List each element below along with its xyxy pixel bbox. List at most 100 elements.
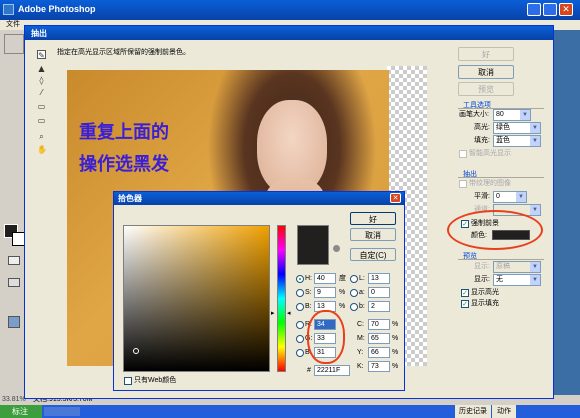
edge-highlighter-icon[interactable]: ✎ [37,50,46,60]
start-button[interactable]: 标注 [0,405,42,418]
hex-input[interactable]: 22211F [314,365,350,376]
s-label: S: [305,289,312,296]
y-input[interactable]: 66 [368,347,390,358]
red-radio[interactable] [296,321,304,329]
hex-label: # [307,367,311,374]
k-label: K: [357,363,364,370]
show-select[interactable]: 原稿 ▼ [493,261,541,273]
s-input[interactable]: 9 [314,287,336,298]
taskbar: 标注 历史记录 动作 [0,405,580,418]
extract-tools: ✎ ▲ ◊ ⁄ ▭ ▭ ⌕ ✋ [35,46,49,166]
preview-section-divider [458,259,544,260]
saturation-radio[interactable] [296,289,304,297]
show-fill-checkbox[interactable]: ✓ [461,300,469,308]
s-unit: % [339,289,346,296]
blue-radio[interactable] [296,349,304,357]
screen-mode-icon[interactable] [8,278,20,287]
l-radio[interactable] [350,275,358,283]
palette-tab-history[interactable]: 历史记录 [455,405,491,418]
show-highlight-checkbox[interactable]: ✓ [461,289,469,297]
photoshop-icon [3,4,14,15]
brush-size-label: 画笔大小: [459,111,489,118]
smooth-label: 平滑: [474,193,490,200]
fill-icon[interactable]: ▲ [37,64,46,73]
eyedropper-icon[interactable]: ⁄ [37,88,46,97]
lab-b-label: b: [359,303,365,310]
hue-slider-left-arrow[interactable]: ▸ [271,309,275,317]
canvas-annotation-line2: 操作选黑发 [79,154,169,175]
color-picker-title: 拾色器 [118,194,142,203]
smart-highlight-checkbox[interactable] [459,150,467,158]
c-unit: % [392,321,399,328]
a-radio[interactable] [350,289,358,297]
color-picker-dialog: 拾色器 ✕ ▸ ◂ 好 取消 自定(C) H: 40 度 S: 9 % B: 1… [113,191,405,391]
new-color-swatch [297,225,329,265]
ok-button[interactable]: 好 [458,47,514,61]
zoom-level[interactable]: 33.81% [2,395,26,405]
a-label: a: [359,289,365,296]
edge-touchup-icon[interactable]: ▭ [37,116,46,125]
warning-cube-icon[interactable] [333,245,340,252]
k-unit: % [392,363,399,370]
saturation-brightness-field[interactable] [123,225,270,372]
display-select[interactable]: 无 ▼ [493,274,541,286]
extract-title: 抽出 [31,29,47,38]
brightness-radio[interactable] [296,303,304,311]
zoom-icon[interactable]: ⌕ [37,132,46,141]
hand-icon[interactable]: ✋ [37,145,47,154]
h-label: H: [305,275,312,282]
tool-grip [4,34,24,54]
close-button[interactable]: ✕ [559,3,573,16]
web-colors-label: 只有Web颜色 [134,377,177,384]
textured-image-label: 带纹理的图像 [469,180,511,187]
palette-tab-actions[interactable]: 动作 [492,405,516,418]
extraction-divider [458,177,544,178]
taskbar-tool-icons[interactable] [44,407,80,416]
highlight-select[interactable]: 绿色 ▼ [493,122,541,134]
extract-titlebar: 抽出 [25,26,553,40]
jump-to-imageready-icon[interactable] [8,316,20,328]
smooth-input[interactable]: 0 ▼ [493,191,527,203]
a-input[interactable]: 0 [368,287,390,298]
hue-radio[interactable] [296,275,304,283]
picker-ok-button[interactable]: 好 [350,212,396,225]
canvas-annotation-line1: 重复上面的 [79,122,169,143]
fill-label: 填充: [474,137,490,144]
l-label: L: [359,275,365,282]
web-colors-checkbox[interactable] [124,377,132,385]
y-label: Y: [357,349,364,356]
lab-b-radio[interactable] [350,303,358,311]
hue-slider[interactable] [277,225,286,372]
show-label: 显示: [474,263,490,270]
cancel-button[interactable]: 取消 [458,65,514,79]
picker-close-button[interactable]: ✕ [390,193,401,203]
quick-mask-icon[interactable] [8,256,20,265]
picker-cancel-button[interactable]: 取消 [350,228,396,241]
color-field-cursor [133,348,139,354]
m-input[interactable]: 65 [368,333,390,344]
smart-highlight-label: 智能高光显示 [469,150,511,157]
eraser-icon[interactable]: ◊ [37,76,46,85]
c-input[interactable]: 70 [368,319,390,330]
minimize-button[interactable] [527,3,541,16]
preview-button[interactable]: 预览 [458,82,514,96]
annotation-ellipse-rgb [307,310,345,364]
lab-b-input[interactable]: 2 [368,301,390,312]
picker-custom-button[interactable]: 自定(C) [350,248,396,261]
brush-size-input[interactable]: 80 ▼ [493,109,531,121]
textured-image-checkbox[interactable] [459,180,467,188]
fill-select[interactable]: 蓝色 ▼ [493,135,541,147]
green-radio[interactable] [296,335,304,343]
h-input[interactable]: 40 [314,273,336,284]
display-label: 显示: [474,276,490,283]
l-input[interactable]: 13 [368,273,390,284]
cleanup-icon[interactable]: ▭ [37,102,46,111]
app-title: Adobe Photoshop [18,4,96,14]
app-titlebar: Adobe Photoshop ✕ [0,0,580,20]
menu-file[interactable]: 文件 [6,20,20,30]
extract-hint: 指定在高光显示区域所保留的强制前景色。 [57,49,190,56]
k-input[interactable]: 73 [368,361,390,372]
maximize-button[interactable] [543,3,557,16]
color-picker-titlebar: 拾色器 ✕ [114,192,404,205]
hue-slider-right-arrow[interactable]: ◂ [287,309,291,317]
